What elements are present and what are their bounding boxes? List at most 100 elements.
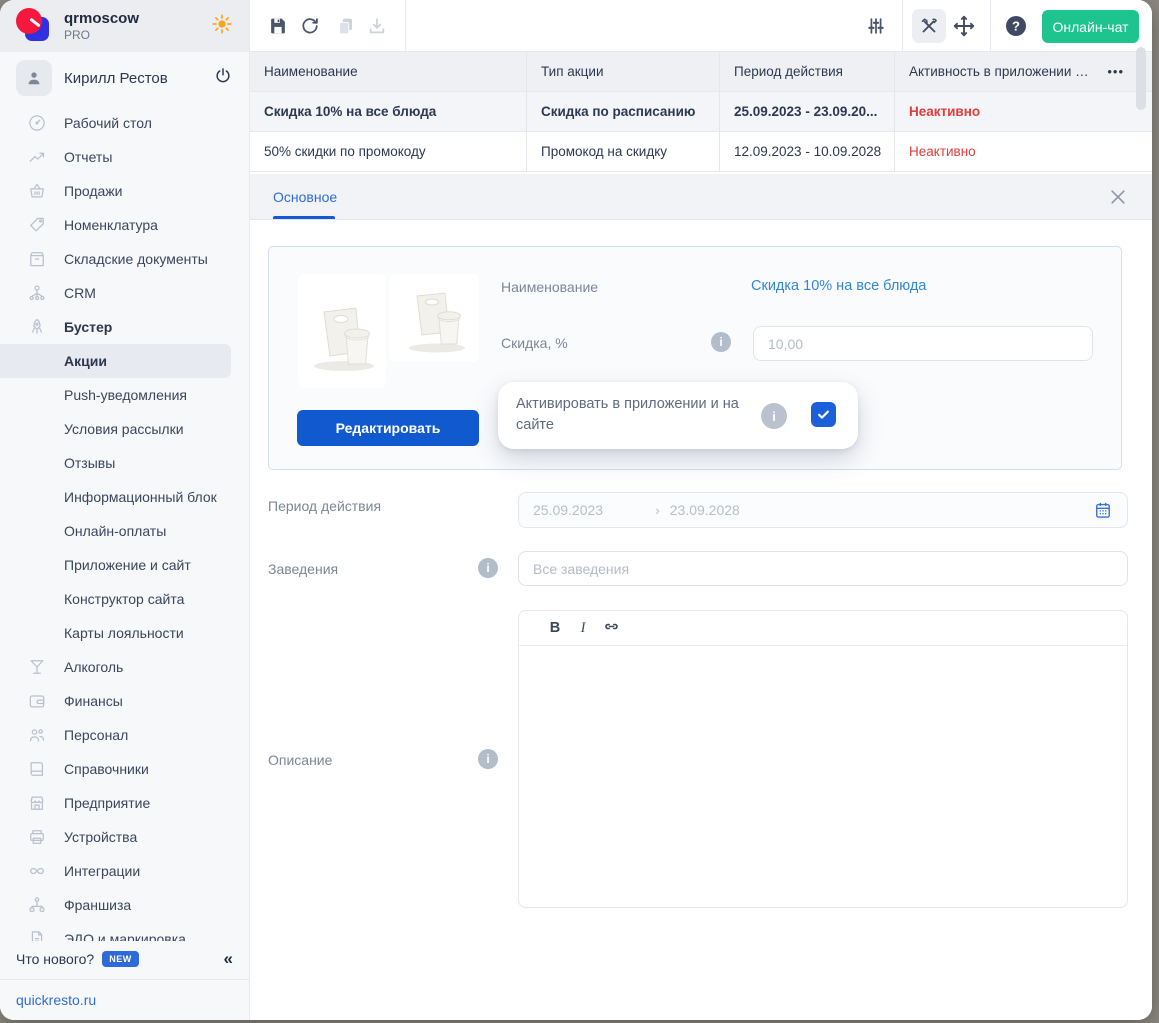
sidebar-subitem-label: Онлайн-оплаты bbox=[64, 523, 166, 539]
activate-label: Активировать в приложении и на сайте bbox=[516, 394, 746, 436]
sidebar-subitem-label: Информационный блок bbox=[64, 489, 217, 505]
sidebar-subitem-mailing[interactable]: Условия рассылки bbox=[0, 412, 249, 446]
sidebar-subitem-infoblock[interactable]: Информационный блок bbox=[0, 480, 249, 514]
discount-info-icon[interactable]: i bbox=[711, 332, 731, 352]
table-row[interactable]: Скидка 10% на все блюда Скидка по распис… bbox=[250, 92, 1152, 132]
bold-icon[interactable]: B bbox=[541, 620, 569, 636]
cell-status: Неактивно bbox=[895, 132, 1152, 171]
column-settings-icon[interactable]: ••• bbox=[1107, 64, 1124, 79]
table-scrollbar[interactable] bbox=[1136, 47, 1146, 110]
sidebar-item-label: Персонал bbox=[64, 727, 128, 743]
column-header-period[interactable]: Период действия bbox=[720, 52, 895, 91]
app-window: qrmoscow PRO Кирилл Рестов Рабочий стол bbox=[0, 0, 1152, 1020]
move-icon[interactable] bbox=[952, 14, 976, 38]
promo-image-small[interactable] bbox=[389, 274, 479, 362]
description-info-icon[interactable]: i bbox=[478, 749, 498, 769]
sidebar-subitem-online-payments[interactable]: Онлайн-оплаты bbox=[0, 514, 249, 548]
sidebar-subitem-site-builder[interactable]: Конструктор сайта bbox=[0, 582, 249, 616]
store-icon bbox=[26, 793, 48, 813]
sidebar-item-warehouse[interactable]: Складские документы bbox=[0, 242, 249, 276]
quickresto-site-link[interactable]: quickresto.ru bbox=[16, 992, 96, 1008]
sidebar-subitem-label: Push-уведомления bbox=[64, 387, 187, 403]
sidebar-subitem-reviews[interactable]: Отзывы bbox=[0, 446, 249, 480]
user-avatar-icon bbox=[16, 60, 52, 96]
user-menu-item[interactable]: Кирилл Рестов bbox=[0, 58, 249, 98]
sidebar-item-franchise[interactable]: Франшиза bbox=[0, 888, 249, 922]
promotion-detail-panel: Основное Наименование Скидка 10% на все … bbox=[250, 174, 1152, 1020]
sidebar-subitem-label: Конструктор сайта bbox=[64, 591, 184, 607]
download-icon[interactable] bbox=[365, 14, 389, 38]
column-header-name[interactable]: Наименование bbox=[250, 52, 527, 91]
column-header-activity[interactable]: Активность в приложении и н... ••• bbox=[895, 52, 1152, 91]
sidebar-item-nomenclature[interactable]: Номенклатура bbox=[0, 208, 249, 242]
column-header-label: Активность в приложении и н... bbox=[909, 64, 1094, 79]
franchise-icon bbox=[26, 895, 48, 915]
sidebar-item-integrations[interactable]: Интеграции bbox=[0, 854, 249, 888]
sidebar-item-label: Предприятие bbox=[64, 795, 150, 811]
tab-active-underline bbox=[273, 216, 335, 219]
help-icon[interactable]: ? bbox=[1004, 14, 1028, 38]
refresh-icon[interactable] bbox=[298, 14, 322, 38]
collapse-sidebar-icon[interactable]: « bbox=[224, 949, 233, 969]
copy-icon[interactable] bbox=[334, 14, 358, 38]
sidebar-subitem-loyalty-cards[interactable]: Карты лояльности bbox=[0, 616, 249, 650]
alcohol-icon bbox=[26, 657, 48, 677]
sidebar-item-booster[interactable]: Бустер bbox=[0, 310, 249, 344]
activate-popover: Активировать в приложении и на сайте i bbox=[498, 382, 858, 449]
sidebar-item-reports[interactable]: Отчеты bbox=[0, 140, 249, 174]
description-textarea[interactable] bbox=[519, 646, 1127, 906]
whats-new-link[interactable]: Что нового? bbox=[16, 951, 94, 967]
activate-info-icon[interactable]: i bbox=[761, 403, 787, 429]
close-icon[interactable] bbox=[1108, 187, 1128, 207]
sidebar-item-label: Финансы bbox=[64, 693, 123, 709]
name-label: Наименование bbox=[501, 279, 598, 295]
sidebar-item-alcohol[interactable]: Алкоголь bbox=[0, 650, 249, 684]
brand-title: qrmoscow bbox=[64, 10, 211, 27]
sidebar-item-crm[interactable]: CRM bbox=[0, 276, 249, 310]
italic-icon[interactable]: I bbox=[569, 620, 597, 637]
sales-icon bbox=[26, 181, 48, 201]
editor-toolbar: B I bbox=[519, 611, 1127, 646]
sidebar-item-directories[interactable]: Справочники bbox=[0, 752, 249, 786]
venues-info-icon[interactable]: i bbox=[478, 558, 498, 578]
sliders-icon[interactable] bbox=[864, 14, 888, 38]
sidebar-subitem-label: Приложение и сайт bbox=[64, 557, 191, 573]
promo-name-link[interactable]: Скидка 10% на все блюда bbox=[751, 278, 926, 294]
sidebar-subitem-promotions[interactable]: Акции bbox=[0, 344, 231, 378]
chevron-right-icon: › bbox=[655, 502, 660, 518]
sidebar-item-dashboard[interactable]: Рабочий стол bbox=[0, 106, 249, 140]
promotions-table: Наименование Тип акции Период действия А… bbox=[250, 52, 1152, 172]
sidebar-item-label: Бустер bbox=[64, 319, 112, 335]
calendar-icon[interactable] bbox=[1093, 500, 1113, 520]
logout-power-icon[interactable] bbox=[213, 66, 233, 91]
sidebar-subitem-push[interactable]: Push-уведомления bbox=[0, 378, 249, 412]
promo-image-large[interactable] bbox=[298, 274, 386, 388]
new-badge: NEW bbox=[102, 951, 139, 967]
column-header-type[interactable]: Тип акции bbox=[527, 52, 720, 91]
tools-icon[interactable] bbox=[912, 9, 946, 43]
link-icon[interactable] bbox=[597, 617, 625, 640]
discount-input[interactable] bbox=[753, 326, 1093, 361]
period-range-field[interactable]: 25.09.2023 › 23.09.2028 bbox=[518, 492, 1128, 528]
cell-period: 25.09.2023 - 23.09.20... bbox=[720, 92, 895, 131]
sidebar-item-devices[interactable]: Устройства bbox=[0, 820, 249, 854]
period-to-value: 23.09.2028 bbox=[670, 502, 740, 518]
sidebar-item-sales[interactable]: Продажи bbox=[0, 174, 249, 208]
edit-button[interactable]: Редактировать bbox=[297, 410, 479, 446]
table-row[interactable]: 50% скидки по промокоду Промокод на скид… bbox=[250, 132, 1152, 172]
save-icon[interactable] bbox=[266, 14, 290, 38]
venues-input[interactable] bbox=[518, 551, 1128, 586]
theme-sun-icon[interactable] bbox=[211, 13, 233, 40]
sidebar-item-label: CRM bbox=[64, 285, 96, 301]
sidebar-item-finance[interactable]: Финансы bbox=[0, 684, 249, 718]
quickresto-logo-icon bbox=[16, 8, 52, 44]
sidebar-subitem-app-site[interactable]: Приложение и сайт bbox=[0, 548, 249, 582]
sidebar-item-staff[interactable]: Персонал bbox=[0, 718, 249, 752]
tab-main[interactable]: Основное bbox=[273, 174, 337, 220]
sidebar-item-enterprise[interactable]: Предприятие bbox=[0, 786, 249, 820]
sidebar-subitem-label: Отзывы bbox=[64, 455, 115, 471]
activate-checkbox[interactable] bbox=[811, 402, 836, 427]
crm-icon bbox=[26, 283, 48, 303]
main-area: ? Онлайн-чат Наименование Тип акции Пери… bbox=[250, 0, 1152, 1020]
online-chat-button[interactable]: Онлайн-чат bbox=[1042, 10, 1139, 43]
